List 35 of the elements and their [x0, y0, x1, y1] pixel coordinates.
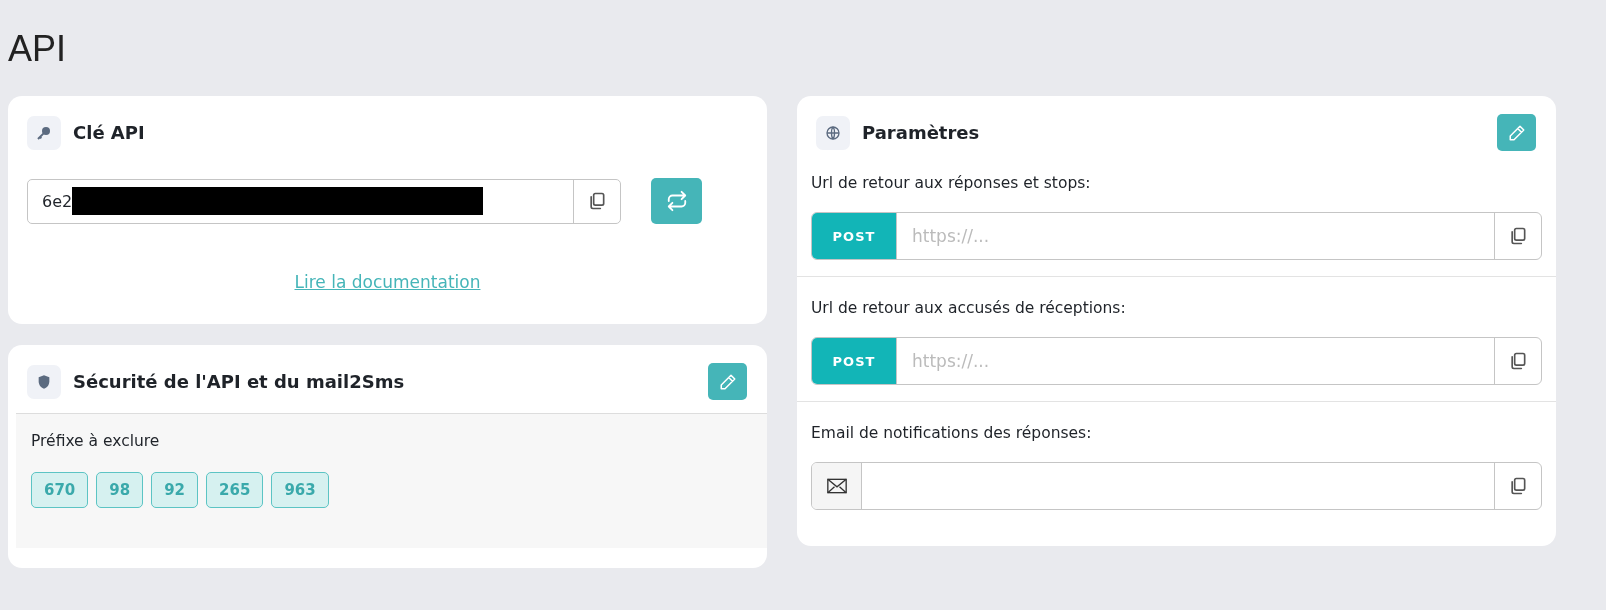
field-label: Préfixe à exclure [31, 432, 161, 450]
regenerate-button[interactable] [651, 178, 702, 224]
prefix-tag: 963 [271, 472, 329, 508]
api-key-field[interactable]: 6e2 [27, 178, 621, 224]
globe-icon [816, 115, 850, 150]
field-label: Url de retour aux réponses et stops: [811, 174, 1092, 192]
copy-icon [1508, 351, 1528, 371]
documentation-link[interactable]: Lire la documentation [294, 272, 481, 292]
prefix-tag: 92 [151, 472, 199, 508]
pencil-icon [1507, 123, 1526, 142]
field-label: Email de notifications des réponses: [811, 424, 1093, 442]
edit-button[interactable] [1497, 114, 1536, 151]
field-label: Url de retour aux accusés de réceptions: [811, 299, 1127, 317]
envelope-icon [812, 463, 861, 509]
page-title: API [8, 28, 68, 70]
url-input-group[interactable]: POST https://... [811, 337, 1542, 385]
method-badge: POST [812, 213, 896, 259]
url-input-group[interactable]: POST https://... [811, 212, 1542, 260]
api-key-value: 6e2 [41, 191, 73, 211]
key-icon [27, 115, 61, 150]
card-title: Clé API [73, 122, 146, 143]
refresh-icon [665, 190, 688, 212]
pencil-icon [718, 372, 737, 391]
copy-icon [587, 191, 607, 211]
email-input-group[interactable] [811, 462, 1542, 510]
method-badge: POST [812, 338, 896, 384]
prefix-tag: 670 [31, 472, 89, 508]
copy-icon [1508, 476, 1528, 496]
shield-icon [27, 364, 61, 399]
edit-button[interactable] [708, 363, 747, 400]
prefix-tag: 265 [206, 472, 264, 508]
prefix-tag: 98 [96, 472, 144, 508]
card-title: Sécurité de l'API et du mail2Sms [73, 371, 406, 392]
copy-icon [1508, 226, 1528, 246]
card-title: Paramètres [862, 122, 981, 143]
